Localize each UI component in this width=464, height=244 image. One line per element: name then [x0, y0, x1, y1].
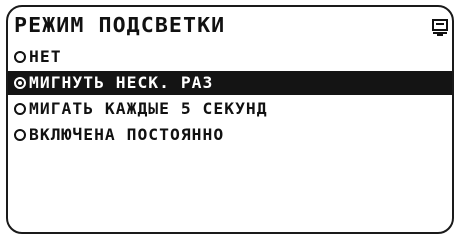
- menu-list-icon: [432, 19, 448, 36]
- lcd-screen: РЕЖИМ ПОДСВЕТКИ НЕТ МИГНУТЬ НЕСК. РАЗ МИ…: [6, 5, 454, 234]
- menu-item-label: МИГНУТЬ НЕСК. РАЗ: [29, 73, 214, 92]
- menu-item-blink-several-times[interactable]: МИГНУТЬ НЕСК. РАЗ: [8, 71, 452, 95]
- menu-item-label: ВКЛЮЧЕНА ПОСТОЯННО: [29, 125, 225, 144]
- radio-selected-icon: [14, 77, 26, 89]
- menu-item-blink-every-5-seconds[interactable]: МИГАТЬ КАЖДЫЕ 5 СЕКУНД: [8, 97, 452, 121]
- radio-dot-icon: [18, 81, 22, 85]
- menu-item-label: МИГАТЬ КАЖДЫЕ 5 СЕКУНД: [29, 99, 268, 118]
- radio-unselected-icon: [14, 51, 26, 63]
- radio-unselected-icon: [14, 103, 26, 115]
- menu-item-label: НЕТ: [29, 47, 62, 66]
- menu-item-off[interactable]: НЕТ: [8, 45, 452, 69]
- backlight-mode-menu: НЕТ МИГНУТЬ НЕСК. РАЗ МИГАТЬ КАЖДЫЕ 5 СЕ…: [8, 45, 452, 149]
- screen-title: РЕЖИМ ПОДСВЕТКИ: [14, 13, 226, 37]
- radio-unselected-icon: [14, 129, 26, 141]
- menu-item-always-on[interactable]: ВКЛЮЧЕНА ПОСТОЯННО: [8, 123, 452, 147]
